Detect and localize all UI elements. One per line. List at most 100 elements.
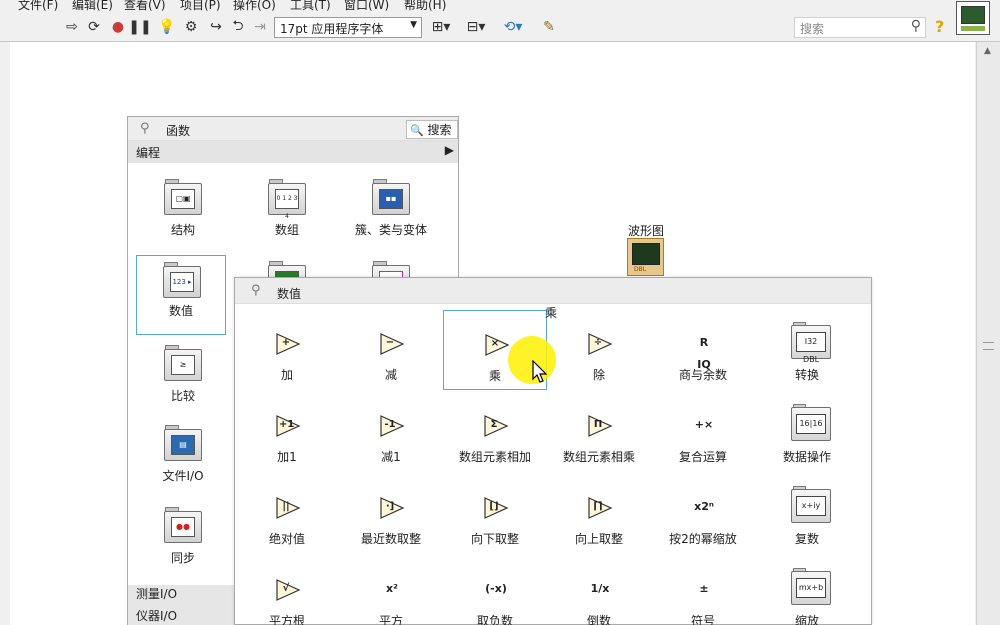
- reorder-icon[interactable]: ⟲▾: [500, 17, 526, 37]
- menu-window[interactable]: 窗口(W): [344, 0, 389, 12]
- pause-icon[interactable]: ❚❚: [128, 17, 151, 37]
- numeric-fn-label: 数组元素相乘: [562, 450, 635, 464]
- numeric-fn-icon: ||: [275, 496, 301, 520]
- numeric-fn-21[interactable]: 1/x 倒数: [547, 556, 651, 625]
- numeric-fn-label: 复数: [794, 532, 819, 546]
- numeric-fn-label: 减1: [381, 450, 401, 464]
- waveform-terminal[interactable]: DBL: [627, 238, 664, 276]
- pin-icon[interactable]: ⚲: [140, 121, 150, 136]
- numeric-fn-icon: x2ⁿ: [694, 500, 714, 513]
- step-out-icon[interactable]: ⇥: [250, 17, 270, 37]
- numeric-fn-19[interactable]: x² 平方: [339, 556, 443, 625]
- numeric-fn-13[interactable]: ·] 最近数取整: [339, 474, 443, 554]
- file-io-icon: ▤: [164, 425, 202, 461]
- palette-structures[interactable]: ▢▣ 结构: [138, 173, 228, 253]
- numeric-fn-12[interactable]: || 绝对值: [235, 474, 339, 554]
- numeric-fn-20[interactable]: (-x) 取负数: [443, 556, 547, 625]
- numeric-fn-16[interactable]: x2ⁿ 按2的幂缩放: [651, 474, 755, 554]
- palette-cluster-class-variant[interactable]: ▪▪ 簇、类与变体: [346, 173, 436, 253]
- functions-search-button[interactable]: 🔍 搜索: [406, 120, 458, 139]
- numeric-fn-5[interactable]: I32 DBL 转换: [755, 310, 859, 390]
- numeric-fn-icon: ⌈⌉: [587, 496, 613, 520]
- numeric-fn-label: 平方: [378, 614, 403, 625]
- highlight-execution-icon[interactable]: 💡: [157, 17, 177, 37]
- vi-icon-bar: [961, 26, 985, 31]
- palette-side-list: 测量I/O 仪器I/O: [128, 585, 234, 625]
- align-objects-icon[interactable]: ⊞▾: [428, 17, 454, 37]
- numeric-fn-8[interactable]: Σ 数组元素相加: [443, 392, 547, 472]
- array-icon: 0 1 2 3 4: [268, 179, 306, 220]
- numeric-icon: 123 ▸: [163, 262, 201, 298]
- waveform-graph-icon: [632, 243, 660, 265]
- vertical-scrollbar[interactable]: ▲: [976, 42, 1000, 625]
- numeric-fn-11[interactable]: 16|16 数据操作: [755, 392, 859, 472]
- numeric-fn-15[interactable]: ⌈⌉ 向上取整: [547, 474, 651, 554]
- numeric-fn-label: 加1: [277, 450, 297, 464]
- numeric-fn-label: 数据操作: [782, 450, 831, 464]
- palette-numeric-label: 数值: [168, 304, 193, 318]
- numeric-fn-18[interactable]: √ 平方根: [235, 556, 339, 625]
- menu-edit[interactable]: 编辑(E): [72, 0, 113, 12]
- run-continuously-icon[interactable]: ⟳: [84, 17, 104, 37]
- numeric-fn-0[interactable]: + 加: [235, 310, 339, 390]
- numeric-fn-icon: ⌊⌋: [483, 496, 509, 520]
- numeric-palette-header: ⚲ 数值: [235, 278, 871, 304]
- numeric-fn-17[interactable]: x+iy 复数: [755, 474, 859, 554]
- programming-category-bar[interactable]: 编程 ▶: [128, 141, 458, 163]
- menu-file[interactable]: 文件(F): [18, 0, 58, 12]
- cleanup-diagram-icon[interactable]: ✎: [537, 17, 561, 37]
- palette-measurement-io[interactable]: 测量I/O: [136, 585, 177, 602]
- search-placeholder: 搜索: [800, 22, 825, 36]
- palette-comparison[interactable]: ≥ 比较: [138, 339, 228, 419]
- waveform-type-tag: DBL: [634, 266, 647, 273]
- functions-search-label: 搜索: [427, 123, 452, 137]
- help-icon[interactable]: ?: [935, 17, 951, 37]
- numeric-fn-icon: −: [379, 332, 405, 356]
- pin-icon[interactable]: ⚲: [251, 283, 261, 298]
- palette-synchronization[interactable]: ●● 同步: [138, 501, 228, 581]
- menu-operate[interactable]: 操作(O): [233, 0, 276, 12]
- functions-palette-title: 函数: [166, 124, 191, 138]
- palette-array[interactable]: 0 1 2 3 4 数组: [242, 173, 332, 253]
- menu-help[interactable]: 帮助(H): [404, 0, 446, 12]
- numeric-fn-icon: R IQ: [697, 336, 711, 371]
- run-arrow-icon[interactable]: ⇨: [62, 17, 82, 37]
- menu-tools[interactable]: 工具(T): [290, 0, 331, 12]
- numeric-fn-label: 向上取整: [574, 532, 623, 546]
- waveform-label: 波形图: [628, 224, 665, 238]
- palette-instrument-io[interactable]: 仪器I/O: [136, 607, 177, 624]
- font-select[interactable]: 17pt 应用程序字体 ▼: [274, 17, 422, 38]
- numeric-fn-9[interactable]: Π 数组元素相乘: [547, 392, 651, 472]
- numeric-fn-1[interactable]: − 减: [339, 310, 443, 390]
- palette-structures-label: 结构: [170, 223, 195, 237]
- step-over-icon[interactable]: ⮌: [228, 17, 248, 37]
- abort-icon[interactable]: ●: [108, 17, 128, 37]
- vi-icon[interactable]: [956, 1, 990, 35]
- numeric-fn-4[interactable]: R IQ 商与余数: [651, 310, 755, 390]
- scroll-up-icon[interactable]: ▲: [984, 46, 991, 56]
- numeric-fn-icon: -1: [379, 414, 405, 438]
- menu-project[interactable]: 项目(P): [180, 0, 221, 12]
- retain-wire-values-icon[interactable]: ⚙: [181, 17, 201, 37]
- numeric-fn-7[interactable]: -1 减1: [339, 392, 443, 472]
- numeric-fn-3[interactable]: ÷ 除: [547, 310, 651, 390]
- chevron-down-icon: ▼: [410, 20, 417, 30]
- numeric-fn-10[interactable]: +× 复合运算: [651, 392, 755, 472]
- search-icon[interactable]: ⚲: [911, 18, 921, 34]
- numeric-palette: ⚲ 数值 + 加 − 减 × 乘 ÷ 除 R IQ 商与余数 I32 DBL 转换 +1 加1 -1 减1 Σ 数…: [234, 277, 872, 625]
- palette-file-io[interactable]: ▤ 文件I/O: [138, 419, 228, 499]
- palette-numeric[interactable]: 123 ▸ 数值: [136, 255, 226, 335]
- numeric-fn-14[interactable]: ⌊⌋ 向下取整: [443, 474, 547, 554]
- distribute-objects-icon[interactable]: ⊟▾: [463, 17, 489, 37]
- vi-icon-screen: [961, 6, 985, 24]
- numeric-fn-label: 取负数: [476, 614, 513, 625]
- menu-view[interactable]: 查看(V): [124, 0, 166, 12]
- numeric-fn-22[interactable]: ± 符号: [651, 556, 755, 625]
- step-into-icon[interactable]: ↪: [206, 17, 226, 37]
- numeric-fn-6[interactable]: +1 加1: [235, 392, 339, 472]
- expand-right-icon[interactable]: ▶: [445, 143, 454, 157]
- scroll-grip[interactable]: [983, 342, 994, 350]
- numeric-fn-icon: 16|16: [791, 404, 831, 442]
- search-input[interactable]: 搜索 ⚲: [794, 17, 926, 38]
- numeric-fn-23[interactable]: mx+b 缩放: [755, 556, 859, 625]
